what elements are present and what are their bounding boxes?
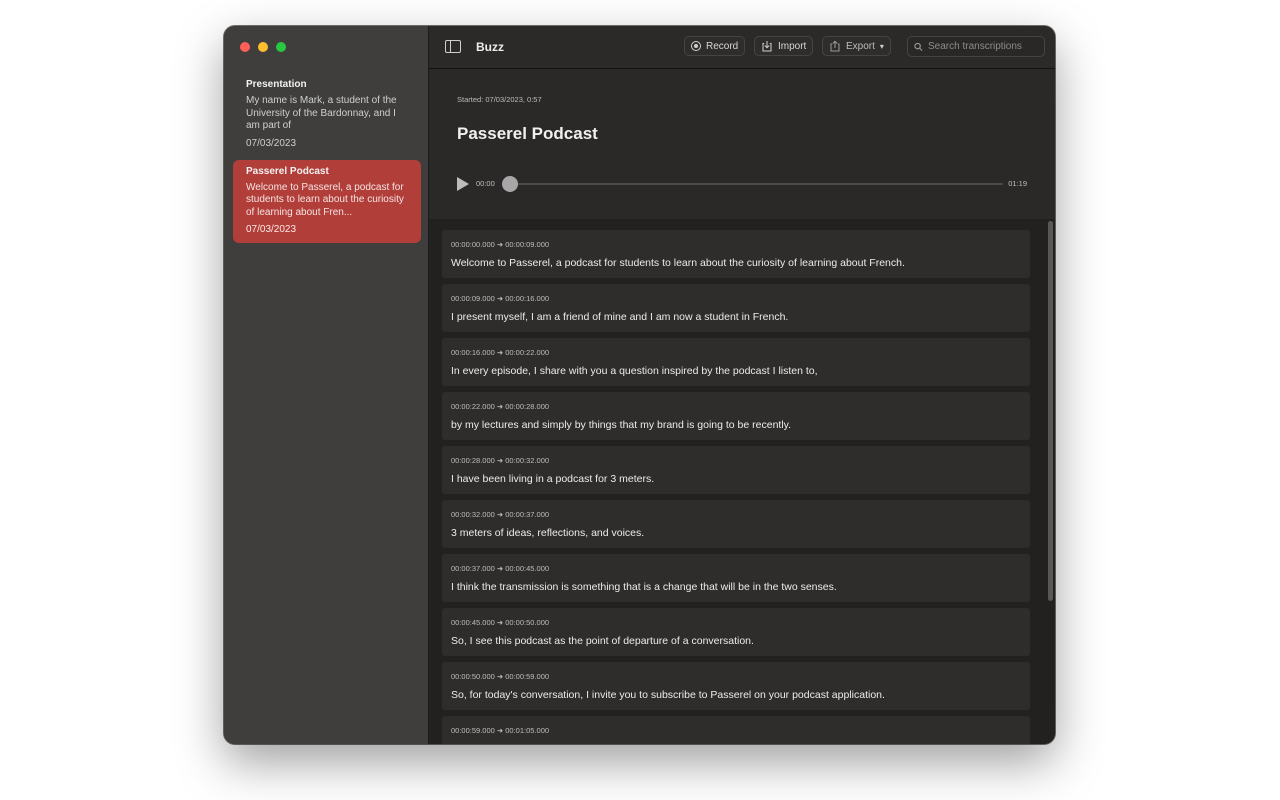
app-window: Presentation My name is Mark, a student … — [224, 26, 1055, 744]
toolbar: Buzz Record Import Export ▾ — [429, 26, 1055, 69]
segment-start: 00:00:59.000 — [451, 726, 495, 735]
segment-start: 00:00:50.000 — [451, 672, 495, 681]
transcription-preview: Welcome to Passerel, a podcast for stude… — [246, 181, 404, 218]
import-button[interactable]: Import — [754, 36, 814, 56]
segment-text: So, I see this podcast as the point of d… — [451, 635, 754, 647]
segment-times: 00:00:45.000 ➜ 00:00:50.000 — [451, 618, 550, 627]
segment-text: by my lectures and simply by things that… — [451, 419, 792, 431]
app-title: Buzz — [476, 40, 504, 54]
segment-times: 00:00:32.000 ➜ 00:00:37.000 — [451, 510, 550, 519]
segment-start: 00:00:00.000 — [451, 240, 495, 249]
segment-times: 00:00:22.000 ➜ 00:00:28.000 — [451, 402, 550, 411]
segment-end: 00:00:28.000 — [505, 402, 550, 411]
transcription-title: Passerel Podcast — [246, 165, 329, 177]
segment-text: In every episode, I share with you a que… — [451, 365, 818, 377]
transcription-list: Presentation My name is Mark, a student … — [233, 73, 421, 246]
segment-times: 00:00:37.000 ➜ 00:00:45.000 — [451, 564, 550, 573]
segment-start: 00:00:32.000 — [451, 510, 495, 519]
play-icon[interactable] — [457, 177, 469, 191]
segment-start: 00:00:28.000 — [451, 456, 495, 465]
segment-times: 00:00:50.000 ➜ 00:00:59.000 — [451, 672, 550, 681]
segment-end: 00:00:09.000 — [505, 240, 550, 249]
segment-row[interactable]: 00:00:59.000 ➜ 00:01:05.000 — [442, 716, 1030, 744]
playback-slider-thumb[interactable] — [502, 176, 518, 192]
transcription-header: Started: 07/03/2023, 0:57 Passerel Podca… — [429, 69, 1055, 219]
segment-end: 00:00:16.000 — [505, 294, 550, 303]
import-icon — [762, 41, 772, 52]
record-icon — [691, 41, 701, 51]
playback-track[interactable] — [507, 183, 1003, 185]
transcription-title: Presentation — [246, 79, 307, 90]
segment-times: 00:00:00.000 ➜ 00:00:09.000 — [451, 240, 550, 249]
segment-end: 00:00:32.000 — [505, 456, 550, 465]
total-time: 01:19 — [1008, 179, 1027, 188]
transcription-title-heading: Passerel Podcast — [457, 124, 598, 143]
segment-row[interactable]: 00:00:22.000 ➜ 00:00:28.000 by my lectur… — [442, 392, 1030, 440]
window-controls — [240, 42, 286, 52]
segment-start: 00:00:37.000 — [451, 564, 495, 573]
export-label: Export — [846, 40, 875, 52]
segment-row[interactable]: 00:00:16.000 ➜ 00:00:22.000 In every epi… — [442, 338, 1030, 386]
search-field[interactable] — [907, 36, 1045, 57]
record-button[interactable]: Record — [684, 36, 746, 56]
main-panel: Buzz Record Import Export ▾ Search trans… — [429, 26, 1055, 744]
segment-row[interactable]: 00:00:09.000 ➜ 00:00:16.000 I present my… — [442, 284, 1030, 332]
sidebar: Presentation My name is Mark, a student … — [224, 26, 429, 744]
started-timestamp: Started: 07/03/2023, 0:57 — [457, 95, 542, 104]
segment-end: 00:00:59.000 — [505, 672, 550, 681]
record-label: Record — [706, 40, 739, 52]
segment-row[interactable]: 00:00:37.000 ➜ 00:00:45.000 I think the … — [442, 554, 1030, 602]
segment-start: 00:00:22.000 — [451, 402, 495, 411]
segment-text: I present myself, I am a friend of mine … — [451, 311, 789, 323]
current-time: 00:00 — [476, 179, 495, 188]
segment-row[interactable]: 00:00:28.000 ➜ 00:00:32.000 I have been … — [442, 446, 1030, 494]
import-label: Import — [778, 40, 807, 52]
segment-times: 00:00:16.000 ➜ 00:00:22.000 — [451, 348, 550, 357]
minimize-window-button[interactable] — [258, 42, 268, 52]
segment-start: 00:00:45.000 — [451, 618, 495, 627]
segment-text: 3 meters of ideas, reflections, and voic… — [451, 527, 645, 539]
transcription-preview: My name is Mark, a student of the Univer… — [246, 95, 397, 131]
segment-times: 00:00:59.000 ➜ 00:01:05.000 — [451, 726, 550, 735]
segment-list-scrollbar[interactable] — [1048, 221, 1053, 601]
transcription-item-passerel-podcast[interactable]: Passerel Podcast Welcome to Passerel, a … — [233, 159, 421, 243]
zoom-window-button[interactable] — [276, 42, 286, 52]
close-window-button[interactable] — [240, 42, 250, 52]
segment-text: I have been living in a podcast for 3 me… — [451, 473, 655, 485]
segment-row[interactable]: 00:00:32.000 ➜ 00:00:37.000 3 meters of … — [442, 500, 1030, 548]
segment-end: 00:01:05.000 — [505, 726, 550, 735]
transcription-item-presentation[interactable]: Presentation My name is Mark, a student … — [233, 73, 421, 157]
segment-row[interactable]: 00:00:45.000 ➜ 00:00:50.000 So, I see th… — [442, 608, 1030, 656]
search-input[interactable] — [928, 41, 1038, 52]
segment-text: Welcome to Passerel, a podcast for stude… — [451, 257, 905, 269]
segment-text: I think the transmission is something th… — [451, 581, 837, 593]
segment-end: 00:00:37.000 — [505, 510, 550, 519]
sidebar-toggle-icon[interactable] — [445, 40, 461, 53]
segment-row[interactable]: 00:00:00.000 ➜ 00:00:09.000 Welcome to P… — [442, 230, 1030, 278]
segment-list[interactable]: 00:00:00.000 ➜ 00:00:09.000 Welcome to P… — [429, 219, 1055, 744]
segment-start: 00:00:16.000 — [451, 348, 495, 357]
audio-player: 00:00 01:19 — [457, 174, 1027, 192]
segment-end: 00:00:22.000 — [505, 348, 550, 357]
export-icon — [830, 40, 840, 52]
transcription-date: 07/03/2023 — [246, 137, 297, 149]
segment-start: 00:00:09.000 — [451, 294, 495, 303]
chevron-down-icon: ▾ — [879, 41, 884, 51]
segment-times: 00:00:28.000 ➜ 00:00:32.000 — [451, 456, 550, 465]
segment-end: 00:00:45.000 — [505, 564, 550, 573]
segment-end: 00:00:50.000 — [505, 618, 550, 627]
segment-times: 00:00:09.000 ➜ 00:00:16.000 — [451, 294, 550, 303]
export-button[interactable]: Export ▾ — [822, 36, 891, 56]
segment-row[interactable]: 00:00:50.000 ➜ 00:00:59.000 So, for toda… — [442, 662, 1030, 710]
transcription-date: 07/03/2023 — [246, 224, 297, 235]
segment-text: So, for today's conversation, I invite y… — [451, 689, 885, 701]
search-icon — [914, 42, 923, 51]
